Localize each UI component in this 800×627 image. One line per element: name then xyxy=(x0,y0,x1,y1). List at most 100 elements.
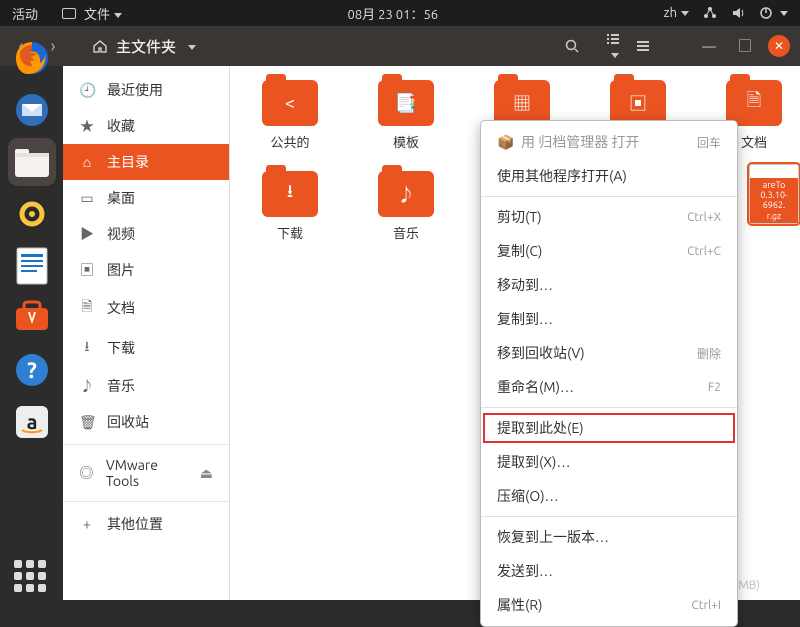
close-button[interactable]: ✕ xyxy=(768,35,790,57)
sidebar-item-pictures[interactable]: ▣图片 xyxy=(63,252,229,288)
ctx-label: 提取到(X)… xyxy=(497,452,721,472)
ctx-copy[interactable]: 复制(C)Ctrl+C xyxy=(481,234,737,268)
sidebar-item-starred[interactable]: ★ 收藏 xyxy=(63,108,229,144)
ctx-accel: 删除 xyxy=(697,345,721,362)
svg-text:?: ? xyxy=(27,358,37,383)
video-icon: ▶ xyxy=(79,224,95,244)
share-icon: < xyxy=(285,93,295,113)
film-icon: ▦ xyxy=(513,90,531,116)
dock-files[interactable] xyxy=(8,138,56,186)
sidebar-item-recent[interactable]: 🕘最近使用 xyxy=(63,72,229,108)
home-icon xyxy=(92,38,108,54)
sidebar-item-music[interactable]: ♪音乐 xyxy=(63,368,229,404)
ctx-label: 属性(R) xyxy=(497,595,691,615)
dock-rhythmbox[interactable] xyxy=(8,190,56,238)
dock-help[interactable]: ? xyxy=(8,346,56,394)
note-icon: ♪ xyxy=(397,181,415,207)
star-icon: ★ xyxy=(79,116,95,136)
ctx-label: 重命名(M)… xyxy=(497,377,708,397)
ctx-trash[interactable]: 移到回收站(V)删除 xyxy=(481,336,737,370)
doc-icon: 🗎 xyxy=(747,88,761,118)
hamburger-button[interactable] xyxy=(636,39,662,53)
ctx-accel: 回车 xyxy=(697,134,721,151)
sidebar-item-trash[interactable]: 🗑回收站 xyxy=(63,404,229,440)
dock-amazon[interactable]: a xyxy=(8,398,56,446)
sidebar-item-label: 回收站 xyxy=(107,412,149,432)
ctx-open-with-archive[interactable]: 📦 用 归档管理器 打开回车 xyxy=(481,125,737,159)
download-icon: ⭳ xyxy=(287,179,293,209)
plus-icon: + xyxy=(79,516,95,532)
ctx-label: 移动到… xyxy=(497,275,721,295)
input-method-indicator[interactable]: zh xyxy=(664,6,689,20)
folder-icon xyxy=(62,8,76,19)
power-icon[interactable] xyxy=(759,6,788,21)
ctx-label: 提取到此处(E) xyxy=(497,418,721,438)
ctx-compress[interactable]: 压缩(O)… xyxy=(481,479,737,513)
ctx-rename[interactable]: 重命名(M)…F2 xyxy=(481,370,737,404)
dock-libreoffice-writer[interactable] xyxy=(8,242,56,290)
sidebar-item-documents[interactable]: 🗎文档 xyxy=(63,288,229,328)
clock-icon: 🕘 xyxy=(79,82,95,99)
image-icon: ▣ xyxy=(629,90,647,116)
folder-downloads[interactable]: ⭳ 下载 xyxy=(254,171,326,242)
folder-label: 模板 xyxy=(393,132,419,151)
file-vmware-tools-tar[interactable]: areTo0.3.10-6962.r.gz xyxy=(738,164,800,224)
dock-show-apps[interactable] xyxy=(8,552,56,600)
sidebar-item-home[interactable]: ⌂主目录 xyxy=(63,144,229,180)
picture-icon: ▣ xyxy=(79,260,95,280)
volume-icon[interactable] xyxy=(731,6,745,20)
dock-firefox[interactable] xyxy=(8,34,56,82)
sidebar-item-vmware-tools[interactable]: ◎VMware Tools⏏ xyxy=(63,449,229,497)
sidebar-item-desktop[interactable]: ▭桌面 xyxy=(63,180,229,216)
ctx-accel: F2 xyxy=(708,381,721,394)
system-topbar: 活动 文件 08月 23 01：56 zh xyxy=(0,0,800,26)
maximize-button[interactable]: □ xyxy=(732,36,758,56)
launcher-dock: ? a xyxy=(0,26,63,600)
sidebar-item-videos[interactable]: ▶ 视频 xyxy=(63,216,229,252)
sidebar-item-label: 主目录 xyxy=(107,152,149,172)
network-icon[interactable] xyxy=(703,6,717,20)
activities-button[interactable]: 活动 xyxy=(12,4,38,23)
sidebar-separator xyxy=(63,501,229,502)
download-icon: ⭳ xyxy=(79,336,95,360)
ctx-cut[interactable]: 剪切(T)Ctrl+X xyxy=(481,200,737,234)
ctx-properties[interactable]: 属性(R)Ctrl+I xyxy=(481,588,737,622)
ctx-revert[interactable]: 恢复到上一版本… xyxy=(481,520,737,554)
archive-icon: 📦 xyxy=(497,134,515,151)
folder-label: 文档 xyxy=(741,132,767,151)
dock-software[interactable] xyxy=(8,294,56,342)
ctx-send-to[interactable]: 发送到… xyxy=(481,554,737,588)
sidebar-item-label: 收藏 xyxy=(107,116,135,136)
ctx-move-to[interactable]: 移动到… xyxy=(481,268,737,302)
breadcrumb-dropdown-icon[interactable] xyxy=(184,38,196,55)
ctx-open-with-other[interactable]: 使用其他程序打开(A) xyxy=(481,159,737,193)
view-list-button[interactable] xyxy=(600,30,626,62)
eject-icon[interactable]: ⏏ xyxy=(200,465,213,482)
ctx-accel: Ctrl+X xyxy=(687,211,721,224)
ctx-accel: Ctrl+C xyxy=(687,245,721,258)
sidebar-item-other-locations[interactable]: +其他位置 xyxy=(63,506,229,542)
search-button[interactable] xyxy=(564,38,590,54)
clock[interactable]: 08月 23 01：56 xyxy=(122,4,664,23)
sidebar-item-label: 视频 xyxy=(107,224,135,244)
ctx-extract-here[interactable]: 提取到此处(E) xyxy=(481,411,737,445)
breadcrumb[interactable]: 主文件夹 xyxy=(92,36,196,57)
active-app-label[interactable]: 文件 xyxy=(84,4,122,23)
sidebar-item-label: 下载 xyxy=(107,338,135,358)
ctx-copy-to[interactable]: 复制到… xyxy=(481,302,737,336)
ctx-label: 用 归档管理器 打开 xyxy=(521,132,697,152)
template-icon: 📑 xyxy=(395,93,417,114)
ctx-extract-to[interactable]: 提取到(X)… xyxy=(481,445,737,479)
sidebar-item-label: 音乐 xyxy=(107,376,135,396)
folder-label: 下载 xyxy=(277,223,303,242)
window-header: ‹ › 主文件夹 — □ ✕ xyxy=(0,26,800,66)
minimize-button[interactable]: — xyxy=(696,38,722,54)
folder-templates[interactable]: 📑 模板 xyxy=(370,80,442,151)
folder-public[interactable]: <公共的 xyxy=(254,80,326,151)
archive-icon: areTo0.3.10-6962.r.gz xyxy=(749,164,799,224)
dock-thunderbird[interactable] xyxy=(8,86,56,134)
folder-music[interactable]: ♪音乐 xyxy=(370,171,442,242)
ctx-label: 移到回收站(V) xyxy=(497,343,697,363)
ctx-separator xyxy=(481,196,737,197)
sidebar-item-downloads[interactable]: ⭳ 下载 xyxy=(63,328,229,368)
